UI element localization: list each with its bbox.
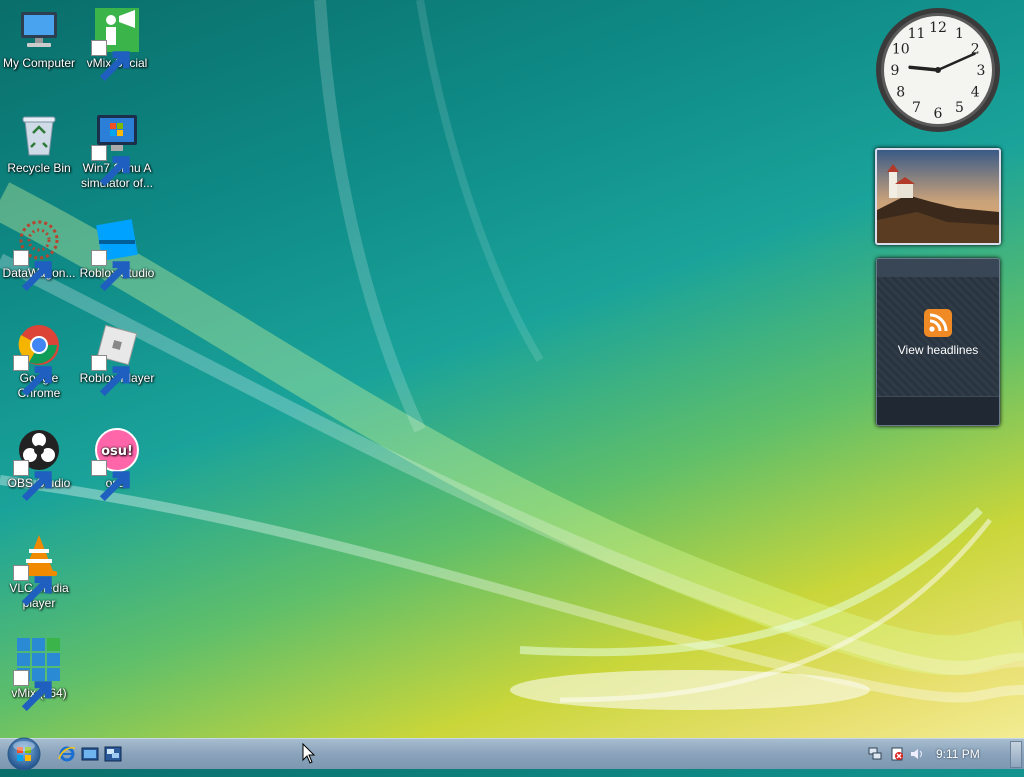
switch-windows-icon[interactable] <box>104 745 122 763</box>
taskbar: 9:11 PM <box>0 736 1024 772</box>
action-center-icon[interactable] <box>890 747 904 761</box>
vmix-social-icon <box>91 6 141 82</box>
shortcut-arrow-icon <box>91 250 130 292</box>
ie-icon[interactable] <box>58 745 76 763</box>
desktop-icon-label: Recycle Bin <box>7 161 71 175</box>
mouse-cursor-icon <box>302 743 316 764</box>
desktop-icon-roblox-player[interactable]: Roblox Player <box>78 315 156 397</box>
clock-numeral: 6 <box>934 106 943 122</box>
desktop-icon-vmix-social[interactable]: vMix Social <box>78 0 156 82</box>
clock-numeral: 8 <box>896 85 905 101</box>
desktop-icon-chrome[interactable]: Google Chrome <box>0 315 78 401</box>
slideshow-gadget[interactable] <box>875 148 1001 245</box>
clock-numeral: 10 <box>892 42 910 58</box>
shortcut-arrow-icon <box>13 565 52 607</box>
desktop-icon-vmix[interactable]: vMix (x64) <box>0 630 78 712</box>
osu-icon: osu! <box>91 426 141 502</box>
desktop-icon-vlc[interactable]: VLC media player <box>0 525 78 611</box>
desktop-icon-osu[interactable]: osu! osu! <box>78 420 156 502</box>
rss-icon <box>924 309 952 337</box>
desktop-icon-obs[interactable]: OBS Studio <box>0 420 78 502</box>
show-desktop-button[interactable] <box>1010 741 1022 768</box>
clock-numeral: 3 <box>977 63 986 79</box>
desktop-icon-roblox-studio[interactable]: Roblox Studio <box>78 210 156 292</box>
vlc-icon <box>13 531 63 607</box>
shortcut-arrow-icon <box>13 460 52 502</box>
volume-icon[interactable] <box>910 747 924 761</box>
datawagon-icon <box>13 216 63 292</box>
desktop-icon-recycle-bin[interactable]: Recycle Bin <box>0 105 78 176</box>
view-headlines-link[interactable]: View headlines <box>877 343 999 357</box>
clock-numeral: 4 <box>971 85 980 101</box>
shortcut-arrow-icon <box>13 355 52 397</box>
chrome-icon <box>13 321 63 397</box>
win7-simu-icon <box>91 111 141 187</box>
desktop-icon-computer[interactable]: My Computer <box>0 0 78 71</box>
obs-icon <box>13 426 63 502</box>
roblox-studio-icon <box>91 216 141 292</box>
roblox-player-icon <box>91 321 141 397</box>
clock-numeral: 9 <box>891 63 900 79</box>
shortcut-arrow-icon <box>91 355 130 397</box>
clock-numeral: 5 <box>955 100 964 116</box>
show-desktop-icon[interactable] <box>81 745 99 763</box>
system-tray: 9:11 PM <box>854 739 1024 769</box>
desktop-icon-datawagon[interactable]: DataWagon... <box>0 210 78 292</box>
clock-numeral: 12 <box>929 20 947 36</box>
feed-headlines-gadget[interactable]: View headlines <box>876 258 1000 426</box>
recycle-bin-icon <box>15 111 63 159</box>
clock-numeral: 11 <box>908 26 926 42</box>
lighthouse-photo <box>877 150 999 243</box>
gadget-footer <box>877 396 999 425</box>
desktop-icon-label: My Computer <box>2 56 76 70</box>
taskbar-clock[interactable]: 9:11 PM <box>936 747 980 761</box>
gadget-header <box>877 259 999 277</box>
clock-gadget[interactable]: 12 1 2 3 4 5 6 7 8 9 10 11 <box>874 6 1002 134</box>
desktop-icon-win7-simu[interactable]: Win7 Simu A simulator of... <box>78 105 156 191</box>
shortcut-arrow-icon <box>91 460 130 502</box>
shortcut-arrow-icon <box>91 40 130 82</box>
computer-icon <box>15 6 63 54</box>
svg-text:osu!: osu! <box>101 444 133 459</box>
start-orb-icon[interactable] <box>6 736 42 772</box>
shortcut-arrow-icon <box>13 250 52 292</box>
shortcut-arrow-icon <box>13 670 52 712</box>
shortcut-arrow-icon <box>91 145 130 187</box>
network-icon[interactable] <box>868 747 882 761</box>
vmix-icon <box>13 636 63 712</box>
clock-numeral: 7 <box>912 100 921 116</box>
clock-numeral: 1 <box>955 26 964 42</box>
